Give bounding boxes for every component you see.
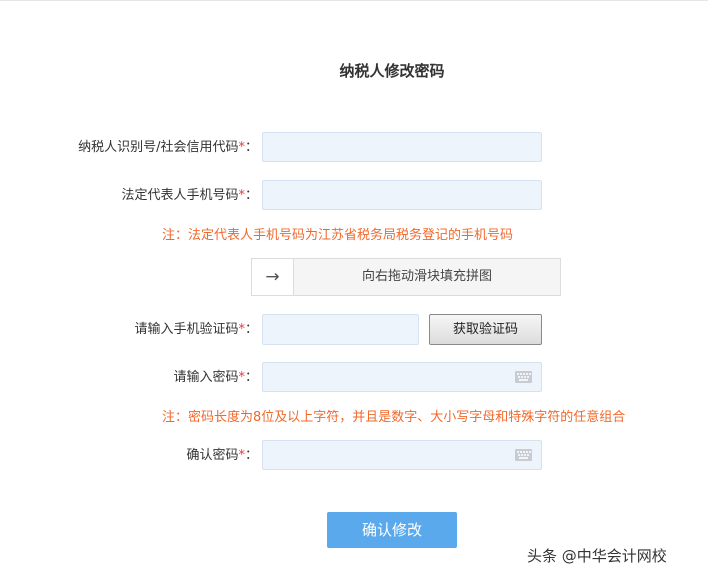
phone-label: 法定代表人手机号码*： xyxy=(121,186,258,206)
confirm-password-label: 确认密码*： xyxy=(186,446,258,466)
phone-label-text: 法定代表人手机号码 xyxy=(121,188,239,203)
arrow-right-icon: → xyxy=(265,267,280,287)
label-colon: ： xyxy=(244,188,258,203)
watermark: 头条 @中华会计网校 xyxy=(527,545,667,566)
confirm-change-button[interactable]: 确认修改 xyxy=(327,512,457,548)
keyboard-icon[interactable] xyxy=(515,371,532,383)
slider-captcha[interactable]: → 向右拖动滑块填充拼图 xyxy=(251,258,561,296)
label-colon: ： xyxy=(244,140,258,155)
password-note: 注：密码长度为8位及以上字符，并且是数字、大小写字母和特殊字符的任意组合 xyxy=(162,410,626,425)
taxpayer-id-label: 纳税人识别号/社会信用代码*： xyxy=(78,138,258,158)
sms-code-input[interactable] xyxy=(262,314,419,345)
get-code-button[interactable]: 获取验证码 xyxy=(429,314,542,345)
taxpayer-id-input[interactable] xyxy=(262,132,542,162)
taxpayer-id-label-text: 纳税人识别号/社会信用代码 xyxy=(78,140,239,155)
password-input[interactable] xyxy=(262,362,542,392)
phone-note: 注：法定代表人手机号码为江苏省税务局税务登记的手机号码 xyxy=(162,228,514,243)
phone-input[interactable] xyxy=(262,180,542,210)
keyboard-icon[interactable] xyxy=(515,449,532,461)
page-title: 纳税人修改密码 xyxy=(339,62,445,80)
confirm-password-input[interactable] xyxy=(262,440,542,470)
sms-code-label: 请输入手机验证码*： xyxy=(134,320,258,340)
slider-hint: 向右拖动滑块填充拼图 xyxy=(361,269,492,284)
confirm-password-label-text: 确认密码 xyxy=(186,448,239,463)
label-colon: ： xyxy=(244,370,258,385)
password-label: 请输入密码*： xyxy=(173,368,258,388)
label-colon: ： xyxy=(244,322,258,337)
top-divider xyxy=(0,0,708,1)
sms-code-label-text: 请输入手机验证码 xyxy=(134,322,239,337)
slider-handle[interactable]: → xyxy=(252,259,294,295)
watermark-text: 头条 @中华会计网校 xyxy=(527,547,667,565)
password-label-text: 请输入密码 xyxy=(173,370,239,385)
label-colon: ： xyxy=(244,448,258,463)
